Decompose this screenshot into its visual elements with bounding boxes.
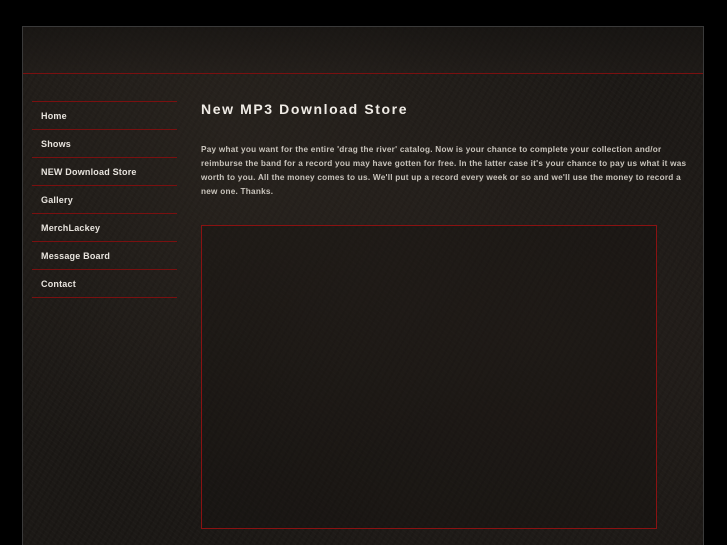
sidebar-nav: Home Shows NEW Download Store Gallery Me… — [32, 101, 177, 298]
download-store-frame[interactable] — [201, 225, 657, 529]
nav-item-label[interactable]: Message Board — [41, 251, 110, 261]
nav-item-gallery[interactable]: Gallery — [32, 186, 177, 214]
nav-item-message-board[interactable]: Message Board — [32, 242, 177, 270]
nav-item-label[interactable]: Home — [41, 111, 67, 121]
nav-item-contact[interactable]: Contact — [32, 270, 177, 298]
nav-item-label[interactable]: Shows — [41, 139, 71, 149]
nav-item-merchlackey[interactable]: MerchLackey — [32, 214, 177, 242]
nav-item-label[interactable]: Gallery — [41, 195, 73, 205]
intro-paragraph: Pay what you want for the entire 'drag t… — [201, 145, 687, 196]
page-container: Home Shows NEW Download Store Gallery Me… — [22, 26, 704, 545]
nav-item-home[interactable]: Home — [32, 102, 177, 130]
nav-item-shows[interactable]: Shows — [32, 130, 177, 158]
nav-item-label[interactable]: Contact — [41, 279, 76, 289]
nav-item-label[interactable]: NEW Download Store — [41, 167, 137, 177]
nav-item-download-store[interactable]: NEW Download Store — [32, 158, 177, 186]
page-title: New MP3 Download Store — [201, 101, 409, 117]
nav-item-label[interactable]: MerchLackey — [41, 223, 100, 233]
site-header — [23, 27, 703, 74]
